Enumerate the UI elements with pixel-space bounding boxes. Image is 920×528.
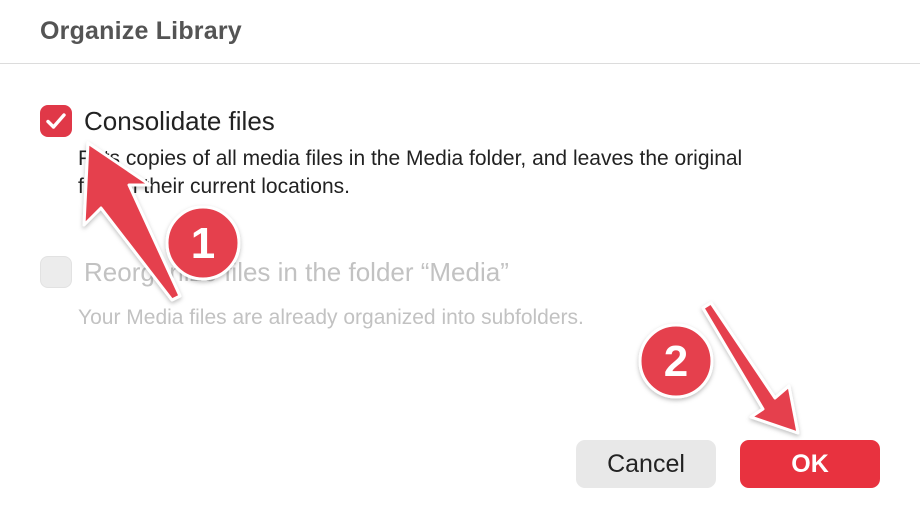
dialog-title: Organize Library bbox=[40, 17, 242, 45]
ok-button[interactable]: OK bbox=[740, 440, 880, 488]
checkmark-icon bbox=[46, 113, 66, 129]
dialog-header: Organize Library bbox=[0, 0, 920, 64]
consolidate-files-description-line2: files in their current locations. bbox=[78, 175, 350, 198]
reorganize-files-description: Your Media files are already organized i… bbox=[78, 306, 584, 329]
reorganize-files-checkbox bbox=[40, 256, 72, 288]
reorganize-files-label: Reorganize files in the folder “Media” bbox=[84, 257, 509, 287]
badge-2-number: 2 bbox=[664, 337, 688, 386]
annotation-arrow-2 bbox=[701, 301, 800, 435]
cancel-button[interactable]: Cancel bbox=[576, 440, 716, 488]
consolidate-files-checkbox[interactable] bbox=[40, 105, 72, 137]
annotation-badge-2: 2 bbox=[638, 323, 714, 399]
consolidate-files-description-line1: Puts copies of all media files in the Me… bbox=[78, 147, 743, 170]
organize-library-dialog: Organize Library Consolidate files Puts … bbox=[0, 0, 920, 528]
consolidate-files-label[interactable]: Consolidate files bbox=[84, 105, 275, 137]
